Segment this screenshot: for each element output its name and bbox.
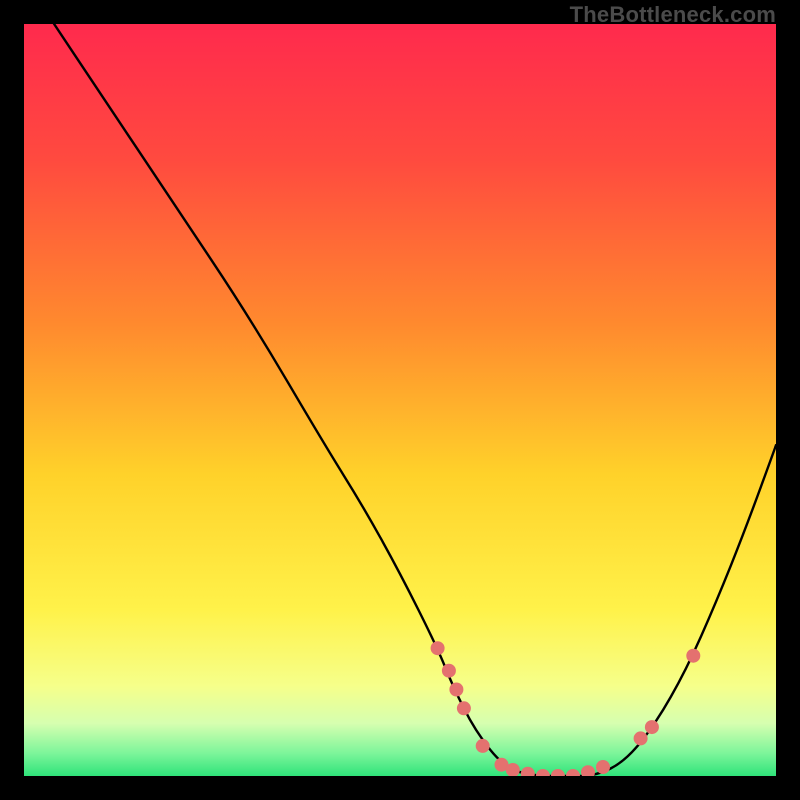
marker-dot — [442, 664, 456, 678]
marker-dot — [431, 641, 445, 655]
chart-frame: TheBottleneck.com — [0, 0, 800, 800]
marker-dot — [476, 739, 490, 753]
chart-svg — [24, 24, 776, 776]
marker-dot — [686, 649, 700, 663]
marker-dot — [457, 701, 471, 715]
gradient-background — [24, 24, 776, 776]
marker-dot — [449, 683, 463, 697]
marker-dot — [634, 731, 648, 745]
marker-dot — [645, 720, 659, 734]
plot-area — [24, 24, 776, 776]
marker-dot — [596, 760, 610, 774]
